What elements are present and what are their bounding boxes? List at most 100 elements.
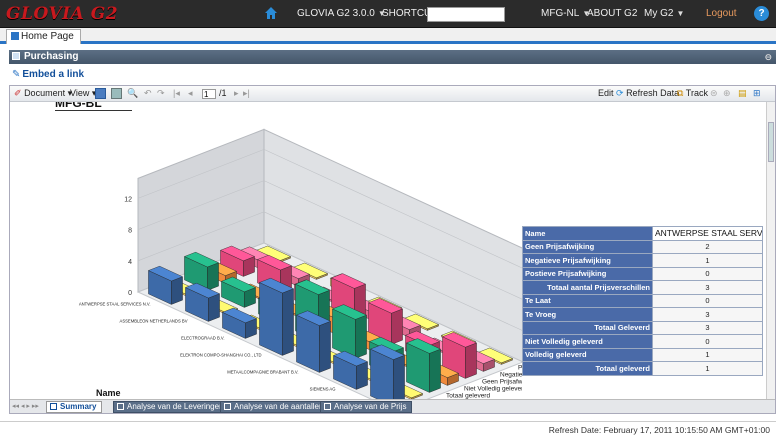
bar-side — [356, 361, 368, 390]
save-icon[interactable] — [95, 88, 106, 99]
table-row-label: Geen Prijsafwijking — [522, 239, 653, 254]
previous-page-icon[interactable]: ◂ — [188, 88, 193, 99]
bar-side — [208, 293, 220, 322]
tab-home-page[interactable]: Home Page — [6, 29, 81, 44]
summary-table: Name ANTWERPSE STAAL SERVICES N.V. Geen … — [522, 226, 763, 376]
table-row-label: Totaal aantal Prijsverschillen — [522, 280, 653, 295]
home-icon[interactable] — [264, 6, 278, 20]
table-row-label: Volledig geleverd — [522, 347, 653, 362]
find-icon[interactable]: 🔍 — [127, 88, 138, 99]
table-cell-value: 3 — [652, 307, 763, 322]
scrollbar-thumb[interactable] — [768, 122, 774, 162]
bar — [259, 282, 283, 356]
sheet-tabs: ◂◂ ◂ ▸ ▸▸ Summary Analyse van de Leverin… — [10, 399, 775, 413]
tab-summary[interactable]: Summary — [46, 401, 103, 413]
sheet-icon — [50, 403, 57, 410]
supplier-label: ELECTROGRAAD B.V. — [181, 336, 224, 341]
sheet-nav-arrows[interactable]: ◂◂ ◂ ▸ ▸▸ — [12, 402, 39, 410]
glovia-logo[interactable]: GLOVIA G2 — [6, 4, 118, 24]
measure-label: Negatieve Prijsafwijking — [500, 372, 522, 379]
drill-icon[interactable]: ⊕ — [723, 88, 731, 99]
table-column-header: ANTWERPSE STAAL SERVICES N.V. — [652, 226, 763, 241]
refresh-icon: ⟳ — [616, 88, 624, 98]
first-page-icon[interactable]: |◂ — [173, 88, 180, 99]
table-row-label: Te Vroeg — [522, 307, 653, 322]
y-tick-label: 8 — [128, 228, 132, 235]
site-menu[interactable]: MFG-NL ▼ — [541, 8, 590, 19]
zoom-icon[interactable]: ⊞ — [753, 88, 761, 99]
sheet-icon — [224, 403, 231, 410]
track-button[interactable]: ⧉ Track — [677, 88, 708, 99]
refresh-data-button[interactable]: ⟳ Refresh Data — [616, 88, 679, 99]
logout-link[interactable]: Logout — [706, 8, 737, 19]
window-icon — [12, 52, 20, 60]
tab-analyse-prijs[interactable]: Analyse van de Prijs — [320, 401, 413, 413]
page-number-input[interactable] — [202, 89, 216, 99]
about-link[interactable]: ABOUT G2 — [587, 8, 637, 19]
report-viewer: ✐ Document ▾ View ▾ 🔍 ↶ ↷ |◂ ◂ /1 ▸ ▸| E… — [9, 85, 776, 414]
outline-icon[interactable]: ▤ — [738, 88, 747, 99]
table-cell-value: 1 — [652, 347, 763, 362]
table-cell-value: 3 — [652, 280, 763, 295]
page-total: /1 — [219, 88, 227, 98]
bar-side — [171, 276, 183, 305]
table-header-name: Name — [522, 226, 653, 241]
collapse-icon[interactable]: ⊖ — [764, 50, 772, 64]
table-header-row: Name ANTWERPSE STAAL SERVICES N.V. — [522, 226, 763, 241]
filter-icon[interactable]: ⊜ — [710, 88, 718, 99]
sheet-icon — [324, 403, 331, 410]
table-row: Te Vroeg 3 — [522, 307, 763, 322]
table-row-label: Totaal geleverd — [522, 361, 653, 376]
grid-icon — [11, 32, 19, 40]
view-menu[interactable]: View ▾ — [70, 88, 96, 99]
help-icon[interactable]: ? — [754, 6, 769, 21]
bar-side — [355, 314, 367, 359]
redo-icon[interactable]: ↷ — [157, 88, 165, 99]
tab-analyse-leveringen[interactable]: Analyse van de Leveringen — [113, 401, 230, 413]
table-row: Geen Prijsafwijking 2 — [522, 239, 763, 254]
chevron-down-icon: ▼ — [676, 9, 685, 18]
version-menu[interactable]: GLOVIA G2 3.0.0 ▼ — [297, 8, 386, 19]
embed-link[interactable]: ✎ Embed a link — [12, 69, 84, 80]
supplier-label: ANTWERPSE STAAL SERVICES N.V. — [79, 302, 151, 307]
status-bar: Refresh Date: February 17, 2011 10:15:50… — [0, 421, 776, 439]
supplier-label: SIEMENS AG — [310, 387, 336, 392]
table-cell-value: 0 — [652, 293, 763, 308]
document-menu[interactable]: ✐ Document ▾ — [14, 88, 72, 99]
bar-side — [282, 288, 294, 356]
sheet-icon — [117, 403, 124, 410]
shortcut-input[interactable] — [427, 7, 505, 22]
last-page-icon[interactable]: ▸| — [243, 88, 250, 99]
edit-button[interactable]: Edit — [598, 88, 614, 98]
tab-bar: Home Page — [0, 28, 776, 44]
table-row-label: Te Laat — [522, 293, 653, 308]
vertical-scrollbar[interactable] — [766, 102, 775, 399]
table-row: Te Laat 0 — [522, 293, 763, 308]
document-icon: ✐ — [14, 88, 22, 98]
table-row: Totaal aantal Prijsverschillen 3 — [522, 280, 763, 295]
print-icon[interactable] — [111, 88, 122, 99]
table-row-label: Totaal Geleverd — [522, 320, 653, 335]
y-tick-label: 4 — [128, 259, 132, 266]
y-tick-label: 12 — [124, 196, 132, 203]
tab-analyse-aantallen[interactable]: Analyse van de aantallen — [220, 401, 330, 413]
bar-side — [391, 308, 403, 345]
supplier-label: ASSEMBLEON NETHERLANDS BV — [120, 319, 188, 324]
bar-side — [393, 355, 405, 399]
table-row-label: Niet Volledig geleverd — [522, 334, 653, 349]
table-cell-value: 0 — [652, 266, 763, 281]
module-title: Purchasing — [24, 51, 79, 62]
undo-icon[interactable]: ↶ — [144, 88, 152, 99]
table-cell-value: 1 — [652, 253, 763, 268]
supplier-label: METAALCOMPAGNIE BRABANT B.V. — [227, 370, 298, 375]
y-tick-label: 0 — [128, 290, 132, 297]
table-cell-value: 2 — [652, 239, 763, 254]
next-page-icon[interactable]: ▸ — [234, 88, 239, 99]
table-row-label: Negatieve Prijsafwijking — [522, 253, 653, 268]
table-row: Totaal Geleverd 3 — [522, 320, 763, 335]
table-cell-value: 1 — [652, 361, 763, 376]
top-navigation-bar: GLOVIA G2 GLOVIA G2 3.0.0 ▼ SHORTCUT MFG-… — [0, 0, 776, 28]
my-g2-menu[interactable]: My G2 ▼ — [644, 8, 684, 19]
table-row: Volledig geleverd 1 — [522, 347, 763, 362]
measure-label: Niet Volledig geleverd — [464, 386, 522, 393]
